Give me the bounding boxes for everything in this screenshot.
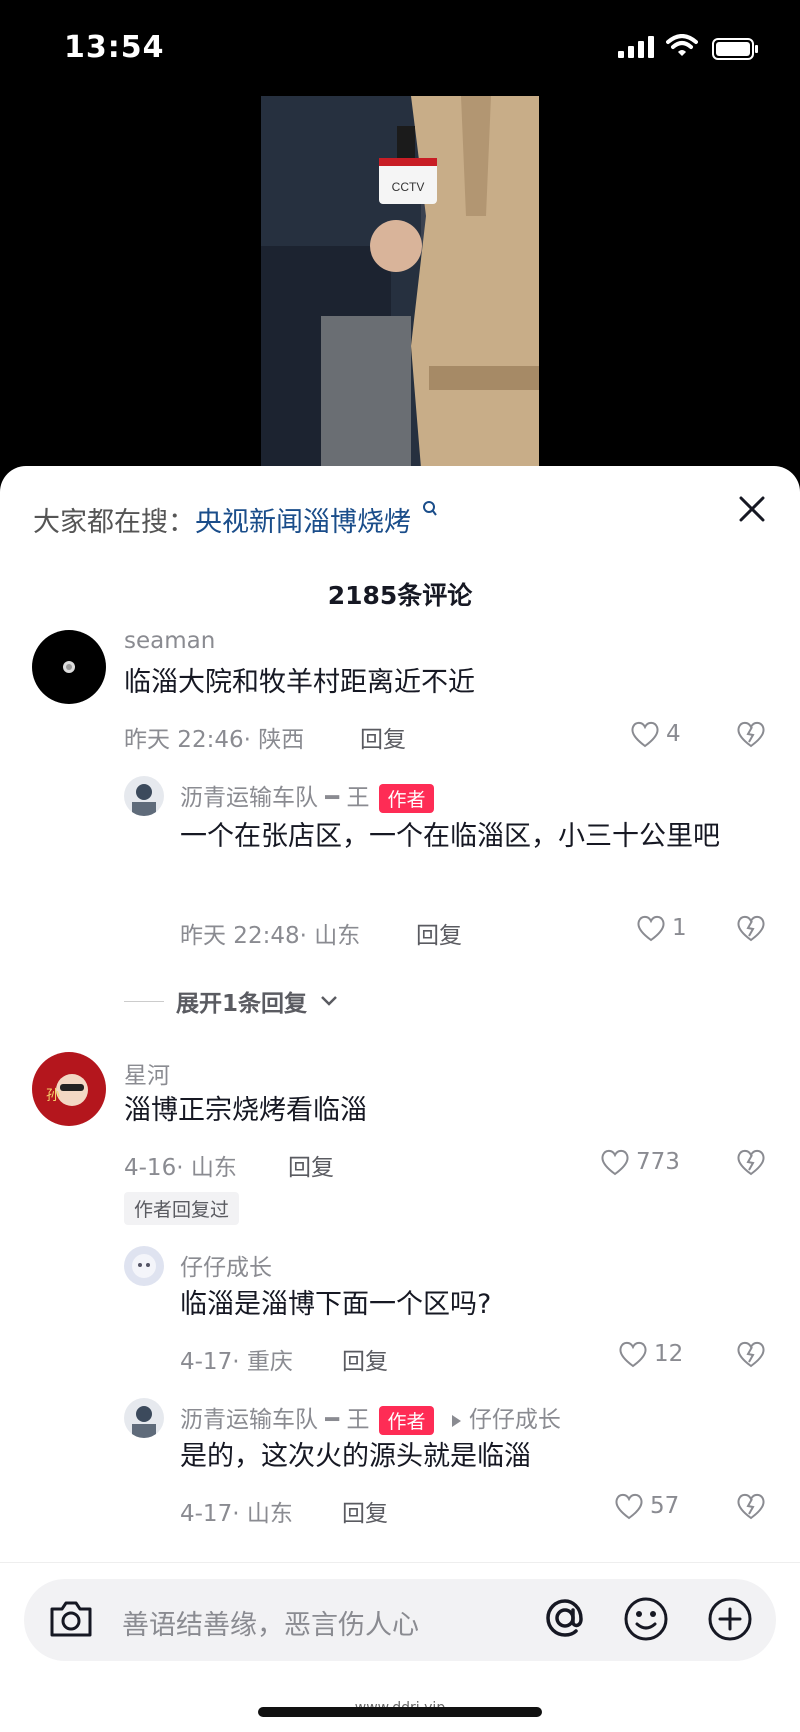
avatar[interactable] [124, 1398, 164, 1438]
heart-icon [619, 1341, 647, 1368]
comments-sheet: 大家都在搜：央视新闻淄博烧烤 2185条评论 seaman 临淄大院和牧羊村距离… [0, 466, 800, 1731]
reply-username[interactable]: 仔仔成长 [180, 1248, 272, 1282]
video-frame-image: CCTV [261, 96, 539, 468]
like-button[interactable]: 57 [614, 1492, 679, 1520]
like-count: 12 [654, 1341, 684, 1367]
scroll-fade [0, 1531, 800, 1561]
reply-text: 一个在张店区，一个在临淄区，小三十公里吧 [180, 821, 720, 852]
like-button[interactable]: 12 [618, 1340, 683, 1368]
close-icon[interactable] [733, 490, 771, 528]
author-badge: 作者 [379, 784, 434, 813]
emoji-icon[interactable] [622, 1595, 670, 1643]
heart-icon [631, 721, 659, 748]
reply-to-arrow-icon [451, 1414, 461, 1427]
like-button[interactable]: 4 [630, 720, 681, 748]
video-preview[interactable]: CCTV [261, 96, 539, 468]
reply-to-username[interactable]: 仔仔成长 [469, 1407, 561, 1433]
reply-username-text: 沥青运输车队 ━ 王 [180, 785, 370, 811]
heart-icon [637, 915, 665, 942]
like-count: 4 [666, 721, 681, 747]
reply-username-text: 沥青运输车队 ━ 王 [180, 1407, 370, 1433]
comment-meta: 昨天 22:46· 陕西 [124, 727, 305, 753]
camera-icon[interactable] [48, 1599, 94, 1639]
reply-username[interactable]: 沥青运输车队 ━ 王作者 仔仔成长 [180, 1400, 561, 1435]
search-suggestion-prefix: 大家都在搜： [33, 507, 195, 538]
comment-text: 临淄大院和牧羊村距离近不近 [124, 667, 475, 698]
reply-button[interactable]: 回复 [288, 1148, 334, 1182]
reply-button[interactable]: 回复 [342, 1342, 388, 1376]
status-bar: 13:54 [0, 0, 800, 100]
search-icon [422, 501, 437, 516]
like-count: 57 [650, 1493, 680, 1519]
author-replied-tag: 作者回复过 [124, 1192, 240, 1225]
avatar[interactable] [124, 1246, 164, 1286]
dislike-icon[interactable] [736, 720, 766, 748]
search-suggestion[interactable]: 大家都在搜：央视新闻淄博烧烤 [33, 500, 438, 539]
expand-divider [124, 1000, 164, 1002]
dislike-icon[interactable] [736, 1148, 766, 1176]
home-indicator [258, 1707, 542, 1717]
dislike-icon[interactable] [736, 1340, 766, 1368]
svg-text:孙: 孙 [46, 1088, 60, 1104]
avatar[interactable]: 孙 [32, 1052, 106, 1126]
reply-button[interactable]: 回复 [416, 916, 462, 950]
reply-username[interactable]: 沥青运输车队 ━ 王作者 [180, 778, 434, 813]
comment-input[interactable]: 善语结善缘，恶言伤人心 [24, 1579, 776, 1661]
comment-text: 淄博正宗烧烤看临淄 [124, 1095, 367, 1126]
dislike-icon[interactable] [736, 1492, 766, 1520]
reply-meta: 昨天 22:48· 山东 [180, 923, 361, 949]
dislike-icon[interactable] [736, 914, 766, 942]
comment-input-placeholder: 善语结善缘，恶言伤人心 [122, 1610, 419, 1641]
like-count: 773 [636, 1149, 680, 1175]
search-suggestion-query[interactable]: 央视新闻淄博烧烤 [195, 507, 411, 538]
status-time: 13:54 [64, 30, 165, 65]
plus-icon[interactable] [706, 1595, 754, 1643]
reply-meta: 4-17· 重庆 [180, 1349, 293, 1375]
at-icon[interactable] [540, 1593, 590, 1643]
battery-icon [712, 38, 758, 60]
reply-button[interactable]: 回复 [360, 720, 406, 754]
reply-text: 是的，这次火的源头就是临淄 [180, 1441, 531, 1472]
avatar[interactable] [124, 776, 164, 816]
like-count: 1 [672, 915, 687, 941]
reply-button[interactable]: 回复 [342, 1494, 388, 1528]
comment-meta: 4-16· 山东 [124, 1155, 237, 1181]
expand-replies-button[interactable]: 展开1条回复 [124, 984, 339, 1018]
wifi-icon [666, 34, 698, 56]
comment-username[interactable]: seaman [124, 628, 215, 654]
like-button[interactable]: 1 [636, 914, 687, 942]
heart-icon [615, 1493, 643, 1520]
cellular-signal-icon [618, 36, 654, 58]
avatar[interactable] [32, 630, 106, 704]
comment-count: 2185条评论 [327, 581, 473, 610]
chevron-down-icon [321, 996, 337, 1006]
like-button[interactable]: 773 [600, 1148, 680, 1176]
expand-replies-label: 展开1条回复 [176, 991, 308, 1017]
heart-icon [601, 1149, 629, 1176]
svg-text:CCTV: CCTV [392, 180, 425, 194]
reply-text: 临淄是淄博下面一个区吗? [180, 1289, 492, 1320]
comment-username[interactable]: 星河 [124, 1056, 170, 1090]
author-badge: 作者 [379, 1406, 434, 1435]
reply-meta: 4-17· 山东 [180, 1501, 293, 1527]
